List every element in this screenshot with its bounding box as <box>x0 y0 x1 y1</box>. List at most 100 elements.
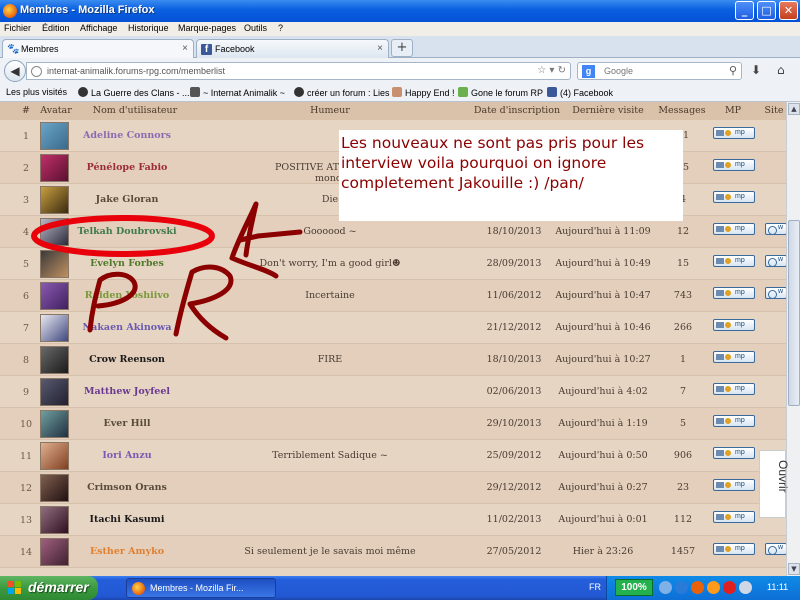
close-tab-icon[interactable]: × <box>377 43 383 54</box>
website-button[interactable]: w <box>765 255 786 267</box>
bookmark-item[interactable]: Les plus visités <box>6 87 67 97</box>
url-bar[interactable]: internat-animalik.forums-rpg.com/memberl… <box>26 62 571 80</box>
website-button[interactable]: w <box>765 287 786 299</box>
avatar[interactable] <box>40 346 69 374</box>
menu-marque-pages[interactable]: Marque-pages <box>178 23 236 33</box>
avatar[interactable] <box>40 314 69 342</box>
shield-icon[interactable] <box>675 581 688 594</box>
network-icon[interactable] <box>659 581 672 594</box>
row-number: 2 <box>22 163 30 174</box>
menu-fichier[interactable]: Fichier <box>4 23 31 33</box>
back-button[interactable]: ◀ <box>4 60 26 82</box>
maximize-button[interactable]: □ <box>757 1 776 20</box>
private-message-button[interactable]: mp <box>713 351 755 363</box>
ouvrir-tab[interactable]: Ouvrir <box>759 450 790 518</box>
private-message-button[interactable]: mp <box>713 255 755 267</box>
private-message-button[interactable]: mp <box>713 383 755 395</box>
username-link[interactable]: Jake Gloran <box>72 194 182 205</box>
scroll-up-arrow[interactable]: ▲ <box>788 103 800 115</box>
tab-membres[interactable]: 🐾 Membres × <box>2 39 194 58</box>
private-message-button[interactable]: mp <box>713 127 755 139</box>
close-tab-icon[interactable]: × <box>182 43 188 54</box>
avatar[interactable] <box>40 122 69 150</box>
username-link[interactable]: Esther Amyko <box>72 546 182 557</box>
avatar[interactable] <box>40 538 69 566</box>
tab-label: Membres <box>21 44 59 54</box>
private-message-button[interactable]: mp <box>713 415 755 427</box>
private-message-button[interactable]: mp <box>713 287 755 299</box>
avatar[interactable] <box>40 410 69 438</box>
menu-historique[interactable]: Historique <box>128 23 169 33</box>
avatar[interactable] <box>40 474 69 502</box>
zoom-indicator[interactable]: 100% <box>615 579 653 596</box>
page-scrollbar[interactable]: ▲ ▼ <box>786 102 800 576</box>
avatar[interactable] <box>40 506 69 534</box>
private-message-button[interactable]: mp <box>713 479 755 491</box>
col-messages[interactable]: Messages <box>656 105 708 116</box>
username-link[interactable]: Raiden Yoshiivo <box>72 290 182 301</box>
bookmark-item[interactable]: (4) Facebook <box>547 87 613 98</box>
username-link[interactable]: Crimson Orans <box>72 482 182 493</box>
username-link[interactable]: Nakaen Akinowa <box>72 322 182 333</box>
col-last-visit[interactable]: Dernière visite <box>566 105 650 116</box>
avatar[interactable] <box>40 218 69 246</box>
website-button[interactable]: w <box>765 543 786 555</box>
avatar[interactable] <box>40 250 69 278</box>
private-message-button[interactable]: mp <box>713 319 755 331</box>
home-icon[interactable]: ⌂ <box>777 63 785 77</box>
website-button[interactable]: w <box>765 223 786 235</box>
close-window-button[interactable]: ✕ <box>779 1 798 20</box>
username-link[interactable]: Adeline Connors <box>72 130 182 141</box>
username-link[interactable]: Ever Hill <box>72 418 182 429</box>
new-tab-button[interactable]: + <box>391 39 413 57</box>
scroll-thumb[interactable] <box>788 220 800 406</box>
menu-outils[interactable]: Outils <box>244 23 267 33</box>
avatar[interactable] <box>40 154 69 182</box>
menu-edition[interactable]: Édition <box>42 23 70 33</box>
username-link[interactable]: Iori Anzu <box>72 450 182 461</box>
username-link[interactable]: Itachi Kasumi <box>72 514 182 525</box>
bookmark-item[interactable]: La Guerre des Clans - ... <box>78 87 190 98</box>
menu-help[interactable]: ? <box>278 23 283 33</box>
username-link[interactable]: Matthew Joyfeel <box>72 386 182 397</box>
volume-icon[interactable] <box>739 581 752 594</box>
private-message-button[interactable]: mp <box>713 159 755 171</box>
mood-text: FIRE <box>317 354 343 365</box>
private-message-button[interactable]: mp <box>713 543 755 555</box>
private-message-button[interactable]: mp <box>713 447 755 459</box>
private-message-button[interactable]: mp <box>713 511 755 523</box>
bookmark-item[interactable]: ~ Internat Animalik ~ <box>190 87 285 98</box>
language-indicator[interactable]: FR <box>589 582 601 592</box>
private-message-button[interactable]: mp <box>713 223 755 235</box>
search-icon[interactable]: ⚲ <box>729 64 737 77</box>
taskbar-firefox-window[interactable]: Membres - Mozilla Fir... <box>126 578 276 598</box>
search-bar[interactable]: g Google ⚲ <box>577 62 742 80</box>
download-icon[interactable]: ⬇ <box>751 63 761 77</box>
private-message-button[interactable]: mp <box>713 191 755 203</box>
scroll-down-arrow[interactable]: ▼ <box>788 563 800 575</box>
col-join-date[interactable]: Date d'inscription <box>472 105 562 116</box>
row-number: 7 <box>22 323 30 334</box>
antivirus-icon[interactable] <box>723 581 736 594</box>
bookmark-item[interactable]: Gone le forum RP <box>458 87 543 98</box>
avatar[interactable] <box>40 378 69 406</box>
bookmark-item[interactable]: créer un forum : Lies <box>294 87 390 98</box>
table-row: 7 Nakaen Akinowa 21/12/2012 Aujourd'hui à 1… <box>0 312 786 344</box>
update-icon[interactable] <box>707 581 720 594</box>
firefox-tray-icon[interactable] <box>691 581 704 594</box>
col-username[interactable]: Nom d'utilisateur <box>80 105 190 116</box>
avatar[interactable] <box>40 186 69 214</box>
bookmark-item[interactable]: Happy End ! <box>392 87 455 98</box>
username-link[interactable]: Pénélope Fabio <box>72 162 182 173</box>
avatar[interactable] <box>40 282 69 310</box>
minimize-button[interactable]: _ <box>735 1 754 20</box>
menu-affichage[interactable]: Affichage <box>80 23 117 33</box>
username-link[interactable]: Evelyn Forbes <box>72 258 182 269</box>
username-link[interactable]: Crow Reenson <box>72 354 182 365</box>
start-button[interactable]: démarrer <box>0 576 98 600</box>
username-link[interactable]: Telkah Doubrovski <box>72 226 182 237</box>
url-bar-buttons[interactable]: ☆ ▾ ↻ <box>537 65 566 76</box>
col-number: # <box>22 105 30 116</box>
avatar[interactable] <box>40 442 69 470</box>
tab-facebook[interactable]: f Facebook × <box>196 39 389 58</box>
